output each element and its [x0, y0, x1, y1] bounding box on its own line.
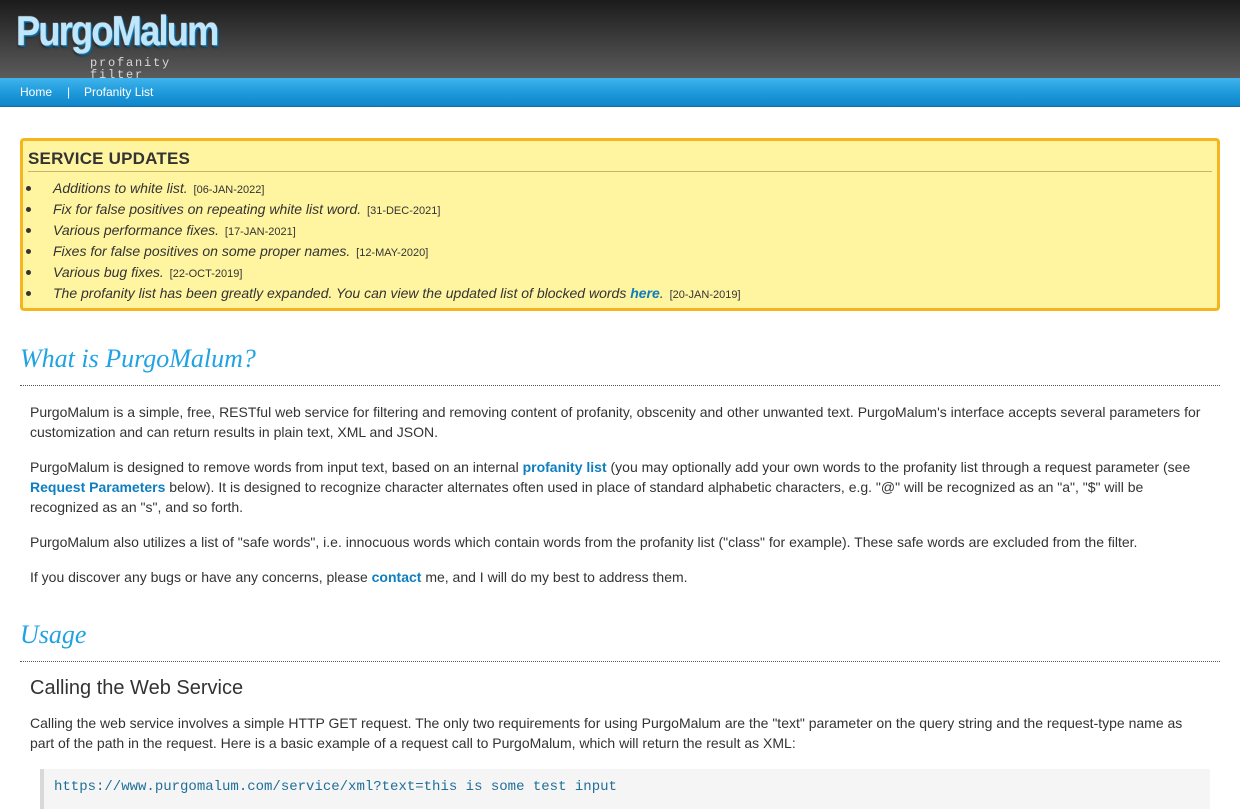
update-item: Additions to white list. [06-JAN-2022]	[26, 180, 741, 201]
calling-web-service-heading: Calling the Web Service	[30, 677, 244, 699]
contact-text-a: If you discover any bugs or have any con…	[30, 569, 368, 585]
nav-separator: |	[67, 85, 71, 99]
bullet-icon	[26, 207, 31, 212]
profanity-list-link[interactable]: profanity list	[523, 459, 607, 475]
update-text-end: .	[659, 285, 664, 301]
service-updates-list: Additions to white list. [06-JAN-2022] F…	[26, 180, 741, 306]
update-item: Fixes for false positives on some proper…	[26, 243, 741, 264]
calling-paragraph: Calling the web service involves a simpl…	[30, 715, 1183, 751]
section-divider	[20, 385, 1220, 386]
update-text: Additions to white list.	[53, 180, 188, 196]
update-item: Various bug fixes. [22-OCT-2019]	[26, 264, 741, 285]
what-is-heading: What is PurgoMalum?	[20, 344, 256, 373]
contact-link[interactable]: contact	[372, 569, 422, 585]
design-text-b: (you may optionally add your own words t…	[610, 459, 1191, 475]
intro-paragraph: PurgoMalum is a simple, free, RESTful we…	[30, 404, 1201, 440]
bullet-icon	[26, 186, 31, 191]
design-paragraph: PurgoMalum is designed to remove words f…	[30, 457, 1210, 517]
bullet-icon	[26, 249, 31, 254]
update-text: Fix for false positives on repeating whi…	[53, 201, 362, 217]
usage-heading: Usage	[20, 620, 87, 649]
contact-paragraph: If you discover any bugs or have any con…	[30, 567, 1210, 587]
update-item: The profanity list has been greatly expa…	[26, 285, 741, 306]
site-header: PurgoMalum profanity filter	[0, 0, 1240, 82]
nav-profanity-list-link[interactable]: Profanity List	[84, 85, 153, 99]
nav-bar: Home | Profanity List	[0, 78, 1240, 107]
update-date: [17-JAN-2021]	[224, 226, 296, 238]
update-date: [12-MAY-2020]	[356, 247, 429, 259]
bullet-icon	[26, 291, 31, 296]
update-text: Fixes for false positives on some proper…	[53, 243, 351, 259]
bullet-icon	[26, 270, 31, 275]
logo-wordmark: PurgoMalum	[16, 7, 219, 54]
design-text-c: below). It is designed to recognize char…	[30, 479, 1144, 515]
update-text: Various performance fixes.	[53, 222, 219, 238]
code-example-block: https://www.purgomalum.com/service/xml?t…	[40, 769, 1210, 809]
update-date: [31-DEC-2021]	[367, 205, 441, 217]
nav-home-link[interactable]: Home	[20, 85, 52, 99]
service-updates-title: SERVICE UPDATES	[28, 149, 191, 168]
update-text: The profanity list has been greatly expa…	[53, 285, 627, 301]
safe-words-paragraph: PurgoMalum also utilizes a list of "safe…	[30, 534, 1138, 550]
service-updates-divider	[28, 171, 1212, 172]
bullet-icon	[26, 228, 31, 233]
update-date: [06-JAN-2022]	[193, 184, 265, 196]
update-date: [20-JAN-2019]	[669, 289, 741, 301]
design-text-a: PurgoMalum is designed to remove words f…	[30, 459, 519, 475]
update-date: [22-OCT-2019]	[169, 268, 243, 280]
example-request-url[interactable]: https://www.purgomalum.com/service/xml?t…	[54, 779, 617, 795]
blocked-words-here-link[interactable]: here	[630, 285, 660, 301]
update-text: Various bug fixes.	[53, 264, 164, 280]
update-item: Various performance fixes. [17-JAN-2021]	[26, 222, 741, 243]
purgomalum-logo[interactable]: PurgoMalum profanity filter	[16, 7, 226, 82]
request-parameters-link[interactable]: Request Parameters	[30, 479, 165, 495]
section-divider	[20, 661, 1220, 662]
contact-text-b: me, and I will do my best to address the…	[425, 569, 688, 585]
update-item: Fix for false positives on repeating whi…	[26, 201, 741, 222]
service-updates-box: SERVICE UPDATES Additions to white list.…	[20, 138, 1220, 311]
